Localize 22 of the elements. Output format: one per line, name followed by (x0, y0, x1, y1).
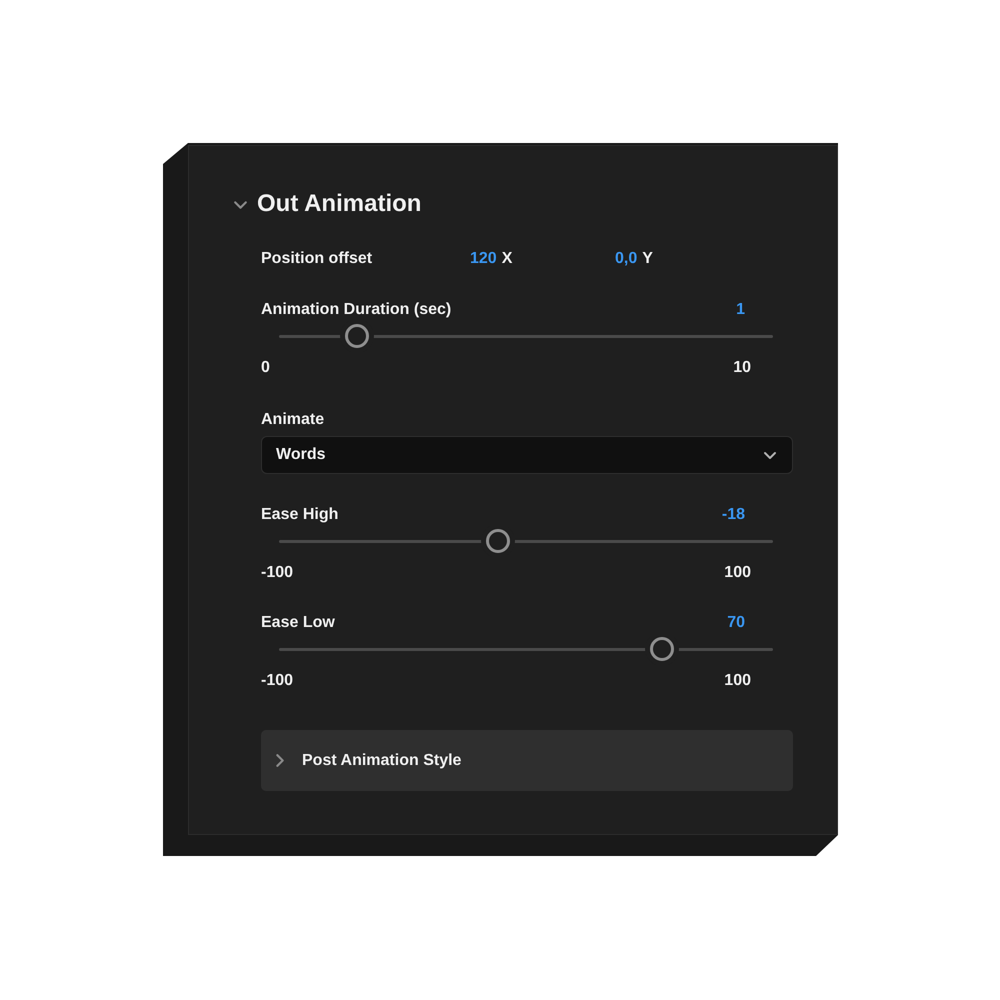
slider-max-label: 100 (724, 564, 751, 582)
offset-x-value[interactable]: 120 (470, 250, 497, 268)
axis-label: Y (642, 250, 653, 268)
slider-value: 70 (727, 614, 745, 632)
section-title: Out Animation (257, 190, 422, 218)
axis-label: X (502, 250, 512, 268)
slider-min-label: -100 (261, 672, 294, 690)
slider-value: -18 (722, 506, 745, 524)
slider-value: 1 (736, 301, 745, 319)
collapsed-section[interactable]: Post Animation Style (261, 730, 793, 791)
position-offset-label: Position offset (261, 250, 374, 268)
dropdown-label: Animate (261, 411, 326, 429)
offset-y-value[interactable]: 0,0 (615, 250, 638, 268)
slider-max-label: 10 (733, 359, 751, 377)
slider-label: Ease High (261, 506, 338, 524)
animate-dropdown[interactable]: Words (261, 436, 793, 474)
subsection-title: Post Animation Style (302, 752, 462, 770)
slider-min-label: 0 (261, 359, 270, 377)
slider-label: Ease Low (261, 614, 335, 632)
slider-min-label: -100 (261, 564, 294, 582)
slider-label: Animation Duration (sec) (261, 301, 452, 319)
slider-max-label: 100 (724, 672, 751, 690)
